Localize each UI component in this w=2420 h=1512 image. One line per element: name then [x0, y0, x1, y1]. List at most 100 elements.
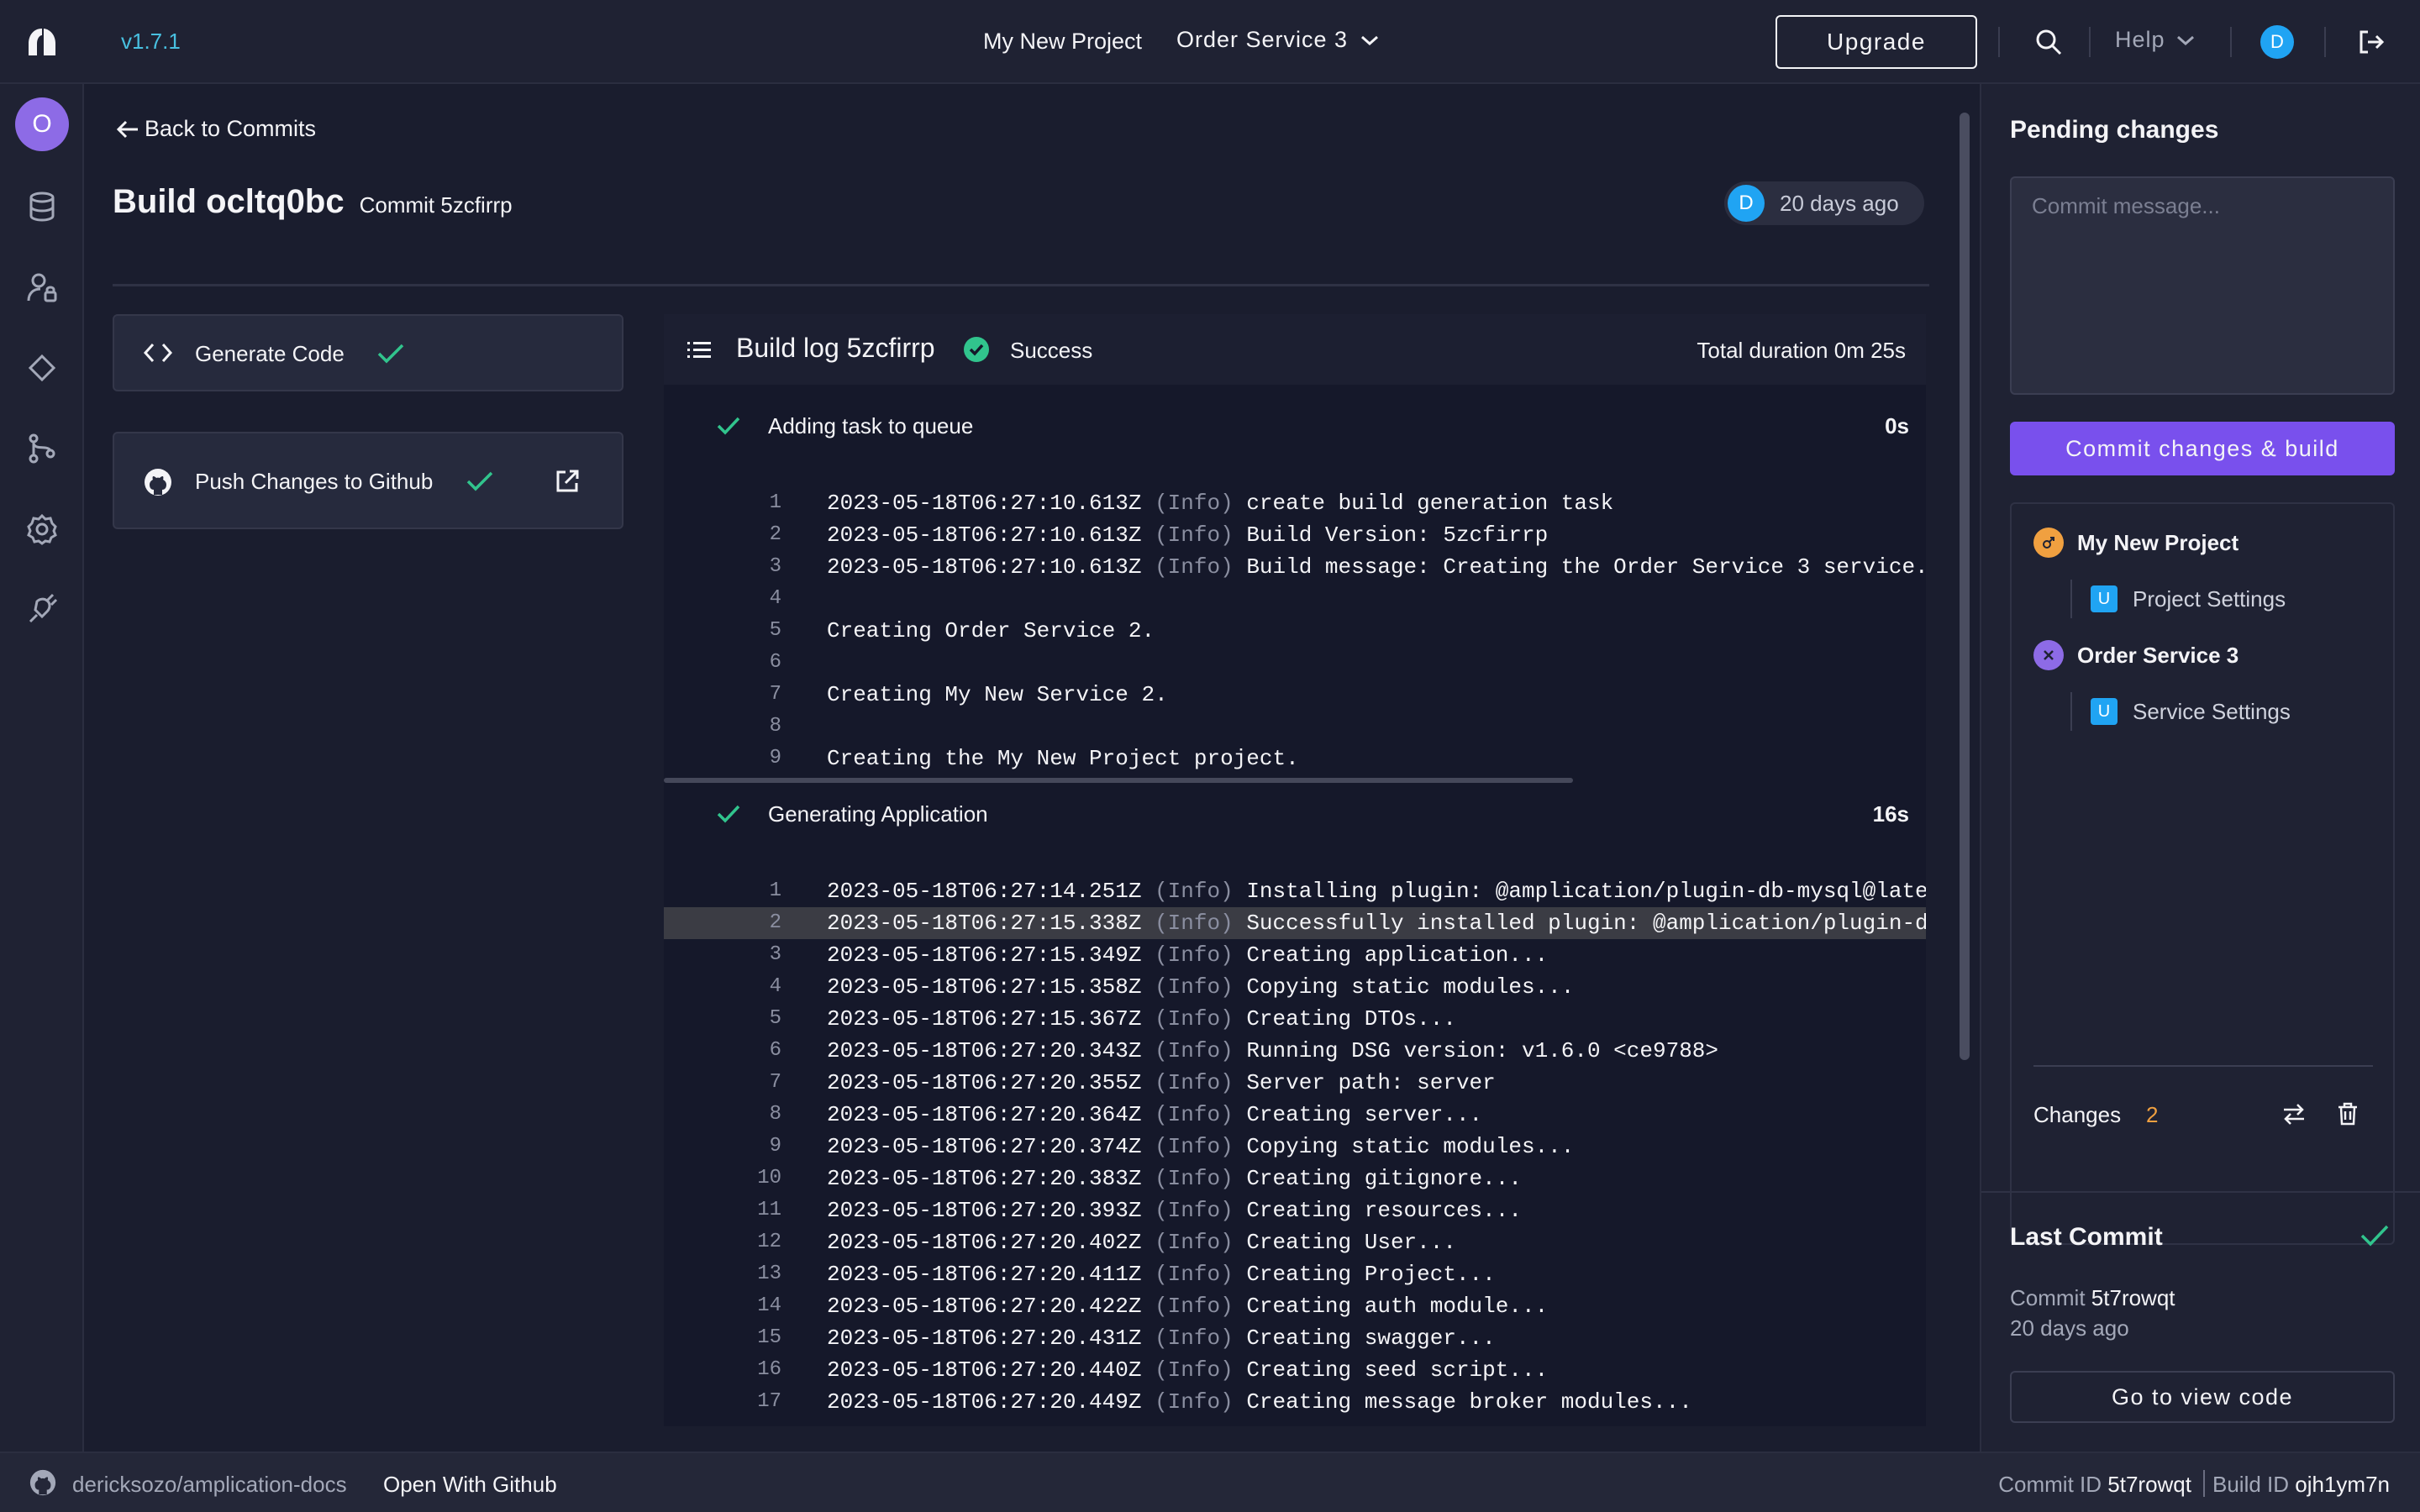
- user-lock-icon[interactable]: [25, 270, 59, 304]
- resource-change-item[interactable]: U Service Settings: [2070, 692, 2291, 731]
- upgrade-button[interactable]: Upgrade: [1776, 15, 1977, 69]
- log-timestamp: 2023-05-18T06:27:10.613Z: [827, 554, 1142, 580]
- log-text: 2023-05-18T06:27:20.422Z (Info) Creating…: [827, 1290, 1548, 1322]
- resource-item[interactable]: Order Service 3: [2033, 640, 2238, 670]
- log-line: 7 2023-05-18T06:27:20.355Z (Info) Server …: [664, 1067, 1926, 1099]
- log-line: 11 2023-05-18T06:27:20.393Z (Info) Creati…: [664, 1194, 1926, 1226]
- log-line: 9 Creating the My New Project project.: [664, 743, 1926, 774]
- amplication-logo[interactable]: [25, 25, 59, 59]
- log-text: 2023-05-18T06:27:20.431Z (Info) Creating…: [827, 1322, 1496, 1354]
- commit-message-input[interactable]: [2010, 176, 2395, 395]
- log-line: 5 Creating Order Service 2.: [664, 615, 1926, 647]
- line-number: 5: [769, 1007, 781, 1030]
- log-text: 2023-05-18T06:27:20.383Z (Info) Creating…: [827, 1163, 1522, 1194]
- log-line: 1 2023-05-18T06:27:10.613Z (Info) create …: [664, 487, 1926, 519]
- log-level: (Info): [1155, 1357, 1234, 1383]
- go-to-view-code-button[interactable]: Go to view code: [2010, 1371, 2395, 1423]
- log-level: (Info): [1155, 1102, 1234, 1127]
- commit-id: 5t7rowqt: [2091, 1285, 2175, 1310]
- line-number: 1: [769, 879, 781, 902]
- log-message: Creating application...: [1246, 942, 1549, 968]
- log-message: Creating resources...: [1246, 1198, 1522, 1223]
- line-number: 12: [757, 1231, 781, 1253]
- service-icon: [2033, 640, 2064, 670]
- log-timestamp: 2023-05-18T06:27:10.613Z: [827, 491, 1142, 516]
- log-text: 2023-05-18T06:27:20.393Z (Info) Creating…: [827, 1194, 1522, 1226]
- log-level: (Info): [1155, 1389, 1234, 1415]
- log-text: 2023-05-18T06:27:20.355Z (Info) Server p…: [827, 1067, 1496, 1099]
- log-timestamp: 2023-05-18T06:27:14.251Z: [827, 879, 1142, 904]
- log-timestamp: 2023-05-18T06:27:20.383Z: [827, 1166, 1142, 1191]
- help-menu[interactable]: Help: [2115, 27, 2196, 53]
- log-message: Build message: Creating the Order Servic…: [1246, 554, 1926, 580]
- build-id-label: Build ID: [2212, 1472, 2290, 1497]
- log-message: Creating Project...: [1246, 1262, 1496, 1287]
- log-text: 2023-05-18T06:27:10.613Z (Info) create b…: [827, 487, 1613, 519]
- commit-prefix: Commit: [2010, 1285, 2086, 1310]
- success-check-icon: [964, 337, 989, 362]
- user-avatar[interactable]: D: [2260, 25, 2294, 59]
- logout-icon[interactable]: [2356, 27, 2386, 57]
- horizontal-scrollbar[interactable]: [664, 778, 1573, 783]
- workspace-avatar[interactable]: O: [15, 97, 69, 151]
- line-number: 8: [769, 715, 781, 738]
- log-line: 12 2023-05-18T06:27:20.402Z (Info) Creati…: [664, 1226, 1926, 1258]
- commit-label: Commit 5zcfirrp: [359, 192, 513, 218]
- repo-name[interactable]: dericksozo/amplication-docs: [72, 1472, 347, 1498]
- line-number: 8: [769, 1103, 781, 1126]
- push-to-github-card: Push Changes to Github: [113, 432, 623, 529]
- line-number: 7: [769, 1071, 781, 1094]
- log-line: 16 2023-05-18T06:27:20.440Z (Info) Creati…: [664, 1354, 1926, 1386]
- line-number: 14: [757, 1294, 781, 1317]
- avatar: D: [1728, 185, 1765, 222]
- line-number: 3: [769, 943, 781, 966]
- service-selector[interactable]: Order Service 3: [1176, 27, 1380, 53]
- open-with-github-link[interactable]: Open With Github: [383, 1472, 557, 1498]
- log-line: 3 2023-05-18T06:27:10.613Z (Info) Build m…: [664, 551, 1926, 583]
- external-link-icon[interactable]: [555, 469, 580, 494]
- database-icon[interactable]: [25, 190, 59, 223]
- log-level: (Info): [1155, 1038, 1234, 1063]
- commit-build-button[interactable]: Commit changes & build: [2010, 422, 2395, 475]
- log-step-header[interactable]: Adding task to queue 0s: [664, 398, 1926, 454]
- log-message: Creating server...: [1246, 1102, 1483, 1127]
- generate-code-label: Generate Code: [195, 341, 345, 366]
- log-text: 2023-05-18T06:27:20.411Z (Info) Creating…: [827, 1258, 1496, 1290]
- log-timestamp: 2023-05-18T06:27:15.338Z: [827, 911, 1142, 936]
- settings-gear-icon[interactable]: [25, 512, 59, 546]
- log-lines: 1 2023-05-18T06:27:14.251Z (Info) Install…: [664, 875, 1926, 1418]
- back-to-commits-link[interactable]: Back to Commits: [116, 116, 316, 142]
- app-version: v1.7.1: [121, 29, 181, 54]
- commit-author-badge: D 20 days ago: [1724, 181, 1924, 225]
- plugin-icon[interactable]: [25, 593, 59, 627]
- resource-item[interactable]: My New Project: [2033, 528, 2238, 558]
- project-name[interactable]: My New Project: [983, 29, 1142, 55]
- line-number: 4: [769, 587, 781, 610]
- resource-change-item[interactable]: U Project Settings: [2070, 580, 2286, 618]
- divider: [2089, 27, 2091, 57]
- last-commit-id[interactable]: Commit 5t7rowqt: [2010, 1285, 2175, 1311]
- status-build-id[interactable]: Build ID ojh1ym7n: [2212, 1472, 2390, 1498]
- vertical-scrollbar[interactable]: [1960, 113, 1970, 1060]
- search-icon[interactable]: [2033, 27, 2064, 57]
- status-commit-id[interactable]: Commit ID 5t7rowqt: [1998, 1472, 2191, 1498]
- log-step-header[interactable]: Generating Application 16s: [664, 786, 1926, 842]
- line-number: 17: [757, 1390, 781, 1413]
- git-branch-icon[interactable]: [25, 432, 59, 465]
- service-name: Order Service 3: [1176, 27, 1349, 52]
- compare-icon[interactable]: [2281, 1100, 2307, 1127]
- log-message: Creating auth module...: [1246, 1294, 1549, 1319]
- log-message: Running DSG version: v1.6.0 <ce9788>: [1246, 1038, 1719, 1063]
- log-level: (Info): [1155, 491, 1234, 516]
- build-log-header: Build log 5zcfirrp Success Total duratio…: [664, 314, 1926, 385]
- log-level: (Info): [1155, 554, 1234, 580]
- pending-changes-list: My New Project U Project Settings Order …: [2010, 502, 2395, 1245]
- diamond-icon[interactable]: [25, 351, 59, 385]
- log-line: 7 Creating My New Service 2.: [664, 679, 1926, 711]
- log-message: Creating seed script...: [1246, 1357, 1549, 1383]
- line-number: 1: [769, 491, 781, 514]
- log-line: 6: [664, 647, 1926, 679]
- line-number: 13: [757, 1263, 781, 1285]
- trash-icon[interactable]: [2334, 1100, 2361, 1127]
- total-duration: Total duration 0m 25s: [1697, 338, 1906, 363]
